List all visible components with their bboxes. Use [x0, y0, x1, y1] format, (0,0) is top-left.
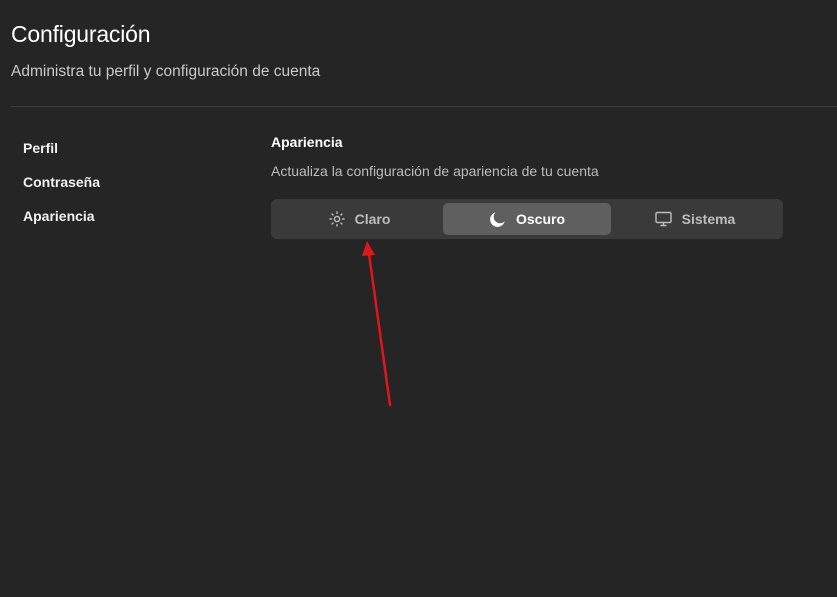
- moon-icon: [489, 210, 507, 228]
- theme-option-claro[interactable]: Claro: [275, 203, 443, 235]
- theme-option-label: Claro: [354, 211, 391, 227]
- annotation-arrow: [362, 241, 392, 407]
- page-title: Configuración: [11, 21, 151, 47]
- theme-option-oscuro[interactable]: Oscuro: [443, 203, 611, 235]
- sidebar-item-contrasena[interactable]: Contraseña: [23, 172, 100, 206]
- section-title: Apariencia: [271, 134, 343, 150]
- sidebar-item-perfil[interactable]: Perfil: [23, 138, 100, 172]
- section-description: Actualiza la configuración de apariencia…: [271, 163, 599, 179]
- page-header: Configuración Administra tu perfil y con…: [11, 18, 320, 82]
- settings-sidebar: Perfil Contraseña Apariencia: [23, 138, 100, 240]
- sidebar-item-apariencia[interactable]: Apariencia: [23, 206, 100, 240]
- settings-page: Configuración Administra tu perfil y con…: [0, 0, 837, 597]
- appearance-toggle: Claro Oscuro Sistema: [271, 199, 783, 239]
- appearance-section: Apariencia Actualiza la configuración de…: [271, 132, 599, 181]
- theme-option-label: Sistema: [681, 211, 736, 227]
- monitor-icon: [655, 210, 673, 228]
- page-subtitle: Administra tu perfil y configuración de …: [11, 63, 321, 80]
- theme-option-sistema[interactable]: Sistema: [611, 203, 779, 235]
- sun-icon: [328, 210, 346, 228]
- theme-option-label: Oscuro: [515, 211, 565, 227]
- header-divider: [11, 106, 837, 107]
